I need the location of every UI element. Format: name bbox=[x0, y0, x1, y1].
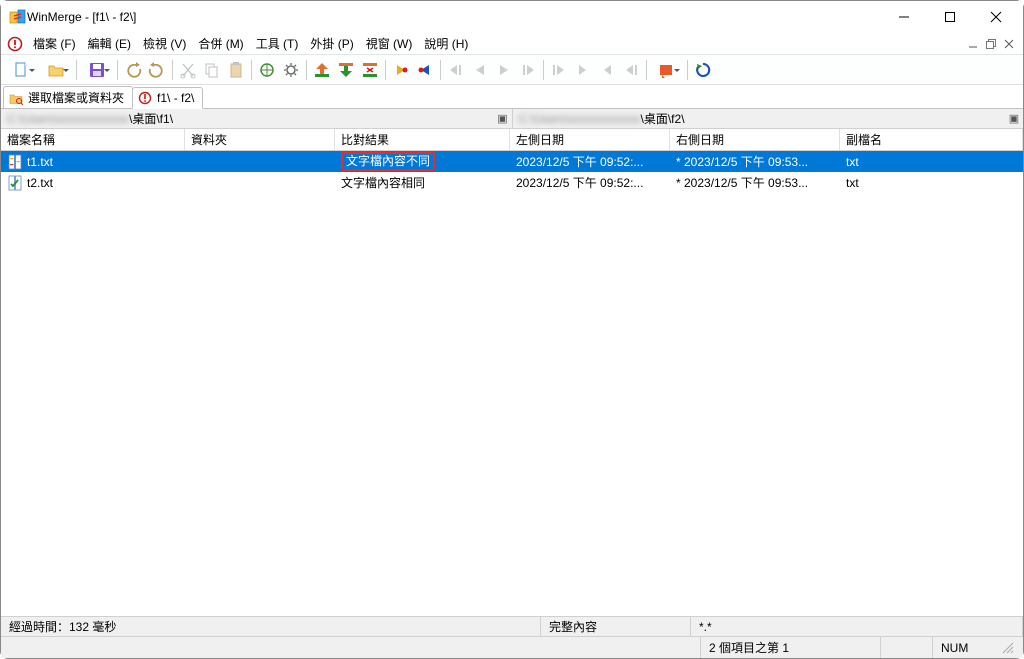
cell-right-date: * 2023/12/5 下午 09:53... bbox=[670, 172, 840, 193]
mdi-restore-button[interactable] bbox=[983, 36, 999, 52]
filename-text: t1.txt bbox=[27, 155, 53, 169]
expand-right-icon[interactable]: ▣ bbox=[1007, 112, 1021, 126]
mdi-close-button[interactable] bbox=[1001, 36, 1017, 52]
tab-select-label: 選取檔案或資料夾 bbox=[28, 89, 124, 106]
folder-select-icon bbox=[8, 90, 24, 106]
first-file-button[interactable] bbox=[547, 58, 571, 82]
save-button[interactable] bbox=[80, 58, 114, 82]
cell-left-date: 2023/12/5 下午 09:52:... bbox=[510, 172, 670, 193]
col-filename[interactable]: 檔案名稱 bbox=[1, 129, 185, 150]
refresh-button[interactable] bbox=[691, 58, 715, 82]
col-right-date[interactable]: 右側日期 bbox=[670, 129, 840, 150]
menubar: 檔案 (F) 編輯 (E) 檢視 (V) 合併 (M) 工具 (T) 外掛 (P… bbox=[1, 33, 1023, 55]
undo-button[interactable] bbox=[121, 58, 145, 82]
menu-file[interactable]: 檔案 (F) bbox=[27, 33, 82, 54]
file-list[interactable]: t1.txt 文字檔內容不同 2023/12/5 下午 09:52:...* 202… bbox=[1, 151, 1023, 616]
cut-button[interactable] bbox=[176, 58, 200, 82]
status-content: 完整內容 bbox=[541, 617, 691, 636]
filename-text: t2.txt bbox=[27, 176, 53, 190]
next-diff-button[interactable] bbox=[413, 58, 437, 82]
app-icon bbox=[9, 8, 27, 26]
maximize-button[interactable] bbox=[927, 2, 973, 32]
left-path-suffix: \桌面\f1\ bbox=[129, 110, 173, 127]
right-path[interactable]: C:\Users\xxxxxxxxxxxx\桌面\f2\ ▣ bbox=[513, 109, 1024, 128]
window-title: WinMerge - [f1\ - f2\] bbox=[27, 10, 136, 24]
expand-left-icon[interactable]: ▣ bbox=[496, 112, 510, 126]
menu-edit[interactable]: 編輯 (E) bbox=[82, 33, 137, 54]
status-count: 2 個項目之第 1 bbox=[701, 637, 881, 658]
menu-view[interactable]: 檢視 (V) bbox=[137, 33, 192, 54]
ignore-button[interactable] bbox=[358, 58, 382, 82]
blurred-path-prefix: C:\Users\xxxxxxxxxxxx bbox=[519, 112, 641, 126]
menu-window[interactable]: 視窗 (W) bbox=[360, 33, 419, 54]
marker-button[interactable] bbox=[650, 58, 684, 82]
new-button[interactable] bbox=[5, 58, 39, 82]
titlebar: WinMerge - [f1\ - f2\] bbox=[1, 1, 1023, 33]
all-diff-button[interactable] bbox=[310, 58, 334, 82]
file-diff-icon bbox=[7, 154, 23, 170]
options-button[interactable] bbox=[279, 58, 303, 82]
mdi-minimize-button[interactable] bbox=[965, 36, 981, 52]
cell-filename: t1.txt bbox=[1, 151, 185, 172]
column-headers: 檔案名稱 資料夾 比對結果 左側日期 右側日期 副檔名 bbox=[1, 129, 1023, 151]
current-diff-button[interactable] bbox=[334, 58, 358, 82]
cell-extension: txt bbox=[840, 151, 1023, 172]
statusbar-lower: 2 個項目之第 1 NUM bbox=[1, 636, 1023, 658]
right-path-suffix: \桌面\f2\ bbox=[641, 110, 685, 127]
prev-diff-button[interactable] bbox=[389, 58, 413, 82]
table-row[interactable]: t1.txt 文字檔內容不同 2023/12/5 下午 09:52:...* 202… bbox=[1, 151, 1023, 172]
prev-conflict-button[interactable] bbox=[468, 58, 492, 82]
status-numlock: NUM bbox=[933, 637, 993, 658]
status-empty bbox=[1, 637, 701, 658]
redo-button[interactable] bbox=[145, 58, 169, 82]
file-same-icon bbox=[7, 175, 23, 191]
next-conflict-button[interactable] bbox=[492, 58, 516, 82]
paste-button[interactable] bbox=[224, 58, 248, 82]
last-file-button[interactable] bbox=[619, 58, 643, 82]
minimize-button[interactable] bbox=[881, 2, 927, 32]
status-elapsed: 經過時間：132 毫秒 bbox=[1, 617, 541, 636]
compare-button[interactable] bbox=[255, 58, 279, 82]
tab-compare[interactable]: f1\ - f2\ bbox=[132, 87, 203, 109]
cell-folder bbox=[185, 151, 335, 172]
cell-folder bbox=[185, 172, 335, 193]
statusbar-upper: 經過時間：132 毫秒 完整內容 *.* bbox=[1, 616, 1023, 636]
last-conflict-button[interactable] bbox=[516, 58, 540, 82]
document-tabs: 選取檔案或資料夾 f1\ - f2\ bbox=[1, 85, 1023, 109]
resize-grip[interactable] bbox=[993, 637, 1023, 658]
toolbar bbox=[1, 55, 1023, 85]
left-path[interactable]: C:\Users\xxxxxxxxxxxx\桌面\f1\ ▣ bbox=[1, 109, 513, 128]
status-filter: *.* bbox=[691, 617, 1023, 636]
cell-right-date: * 2023/12/5 下午 09:53... bbox=[670, 151, 840, 172]
menu-help[interactable]: 說明 (H) bbox=[418, 33, 474, 54]
col-folder[interactable]: 資料夾 bbox=[185, 129, 335, 150]
table-row[interactable]: t2.txt 文字檔內容相同2023/12/5 下午 09:52:...* 202… bbox=[1, 172, 1023, 193]
result-highlight: 文字檔內容不同 bbox=[341, 152, 435, 171]
col-left-date[interactable]: 左側日期 bbox=[510, 129, 670, 150]
cell-extension: txt bbox=[840, 172, 1023, 193]
prev-file-button[interactable] bbox=[571, 58, 595, 82]
tab-compare-label: f1\ - f2\ bbox=[157, 91, 194, 105]
close-button[interactable] bbox=[973, 2, 1019, 32]
doc-icon bbox=[7, 36, 23, 52]
col-result[interactable]: 比對結果 bbox=[335, 129, 510, 150]
tab-select-files[interactable]: 選取檔案或資料夾 bbox=[3, 86, 133, 108]
cell-filename: t2.txt bbox=[1, 172, 185, 193]
status-empty2 bbox=[881, 637, 933, 658]
blurred-path-prefix: C:\Users\xxxxxxxxxxxx bbox=[7, 112, 129, 126]
open-button[interactable] bbox=[39, 58, 73, 82]
menu-tools[interactable]: 工具 (T) bbox=[250, 33, 305, 54]
menu-merge[interactable]: 合併 (M) bbox=[192, 33, 249, 54]
col-extension[interactable]: 副檔名 bbox=[840, 129, 1023, 150]
cell-result: 文字檔內容相同 bbox=[335, 172, 510, 193]
cell-result: 文字檔內容不同 bbox=[335, 151, 510, 172]
copy-button[interactable] bbox=[200, 58, 224, 82]
first-conflict-button[interactable] bbox=[444, 58, 468, 82]
menu-plugins[interactable]: 外掛 (P) bbox=[304, 33, 359, 54]
next-file-button[interactable] bbox=[595, 58, 619, 82]
compare-icon bbox=[137, 90, 153, 106]
pathbar: C:\Users\xxxxxxxxxxxx\桌面\f1\ ▣ C:\Users\… bbox=[1, 109, 1023, 129]
cell-left-date: 2023/12/5 下午 09:52:... bbox=[510, 151, 670, 172]
